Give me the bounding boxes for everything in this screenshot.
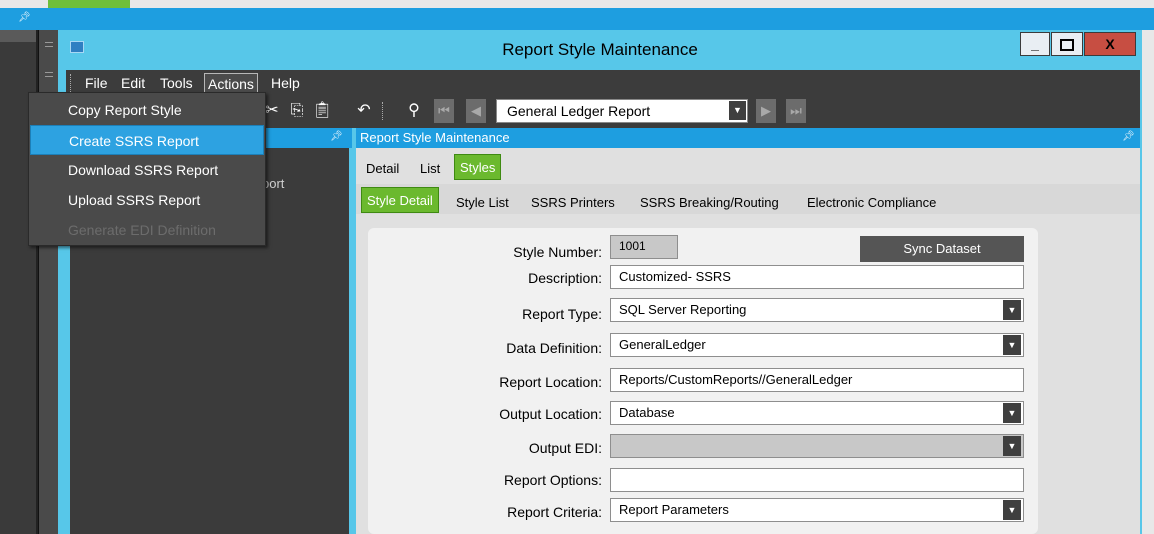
tab-list[interactable]: List <box>420 161 440 176</box>
next-record-icon[interactable]: ▶ <box>756 99 776 123</box>
chevron-down-icon[interactable]: ▼ <box>1003 300 1021 320</box>
app-header-bar: 📌︎ <box>0 8 1154 30</box>
menu-item-create-ssrs-report[interactable]: Create SSRS Report <box>30 125 264 155</box>
paste-icon[interactable]: 📋︎ <box>312 100 332 122</box>
main-panel-header: Report Style Maintenance <box>356 128 1140 148</box>
attach-icon[interactable]: ⎘ <box>287 100 307 122</box>
report-type-select[interactable]: SQL Server Reporting <box>610 298 1024 322</box>
chevron-down-icon[interactable]: ▼ <box>1003 335 1021 355</box>
report-type-label: Report Type: <box>522 306 602 322</box>
toolbar-separator <box>382 102 384 120</box>
menu-edit[interactable]: Edit <box>118 73 148 93</box>
pin-icon[interactable]: 📌︎ <box>1122 131 1135 142</box>
first-record-icon[interactable]: ⏮ <box>434 99 454 123</box>
output-location-label: Output Location: <box>499 406 602 422</box>
output-location-select[interactable]: Database <box>610 401 1024 425</box>
style-number-label: Style Number: <box>513 244 602 260</box>
data-definition-label: Data Definition: <box>506 340 602 356</box>
maximize-icon <box>1060 39 1074 51</box>
menu-item-copy-report-style[interactable]: Copy Report Style <box>30 95 264 125</box>
binoculars-icon[interactable]: ⚲ <box>404 100 424 122</box>
report-location-label: Report Location: <box>499 374 602 390</box>
tab-detail[interactable]: Detail <box>366 161 399 176</box>
pin-icon[interactable]: 📌︎ <box>18 12 31 23</box>
tab-styles[interactable]: Styles <box>454 154 502 180</box>
description-field[interactable]: Customized- SSRS <box>610 265 1024 289</box>
app-top-strip <box>0 0 1154 8</box>
report-selector[interactable]: General Ledger Report <box>496 99 748 123</box>
chevron-down-icon[interactable]: ▼ <box>1003 403 1021 423</box>
menu-item-upload-ssrs-report[interactable]: Upload SSRS Report <box>30 185 264 215</box>
menu-item-download-ssrs-report[interactable]: Download SSRS Report <box>30 155 264 185</box>
pin-icon[interactable]: 📌︎ <box>330 131 343 142</box>
close-button[interactable]: X <box>1084 32 1136 56</box>
menu-help[interactable]: Help <box>268 73 303 93</box>
maximize-button[interactable] <box>1051 32 1083 56</box>
last-record-icon[interactable]: ⏭ <box>786 99 806 123</box>
menu-file[interactable]: File <box>82 73 111 93</box>
outer-right-edge <box>1142 30 1154 534</box>
window-title: Report Style Maintenance <box>502 40 698 59</box>
chevron-down-icon[interactable]: ▼ <box>1003 500 1021 520</box>
report-location-field[interactable]: Reports/CustomReports//GeneralLedger <box>610 368 1024 392</box>
menu-grip <box>70 74 73 92</box>
sync-dataset-button[interactable]: Sync Dataset <box>860 236 1024 262</box>
chevron-down-icon[interactable]: ▼ <box>729 101 746 120</box>
output-edi-select <box>610 434 1024 458</box>
output-edi-label: Output EDI: <box>528 440 602 456</box>
report-options-label: Report Options: <box>503 472 602 488</box>
menu-tools[interactable]: Tools <box>157 73 196 93</box>
menu-actions[interactable]: Actions <box>204 73 258 93</box>
report-criteria-label: Report Criteria: <box>507 504 602 520</box>
description-label: Description: <box>528 270 602 286</box>
previous-record-icon[interactable]: ◀ <box>466 99 486 123</box>
active-app-tab[interactable] <box>48 0 130 8</box>
menu-item-generate-edi-definition: Generate EDI Definition <box>68 222 216 238</box>
subtab-style-list[interactable]: Style List <box>456 195 509 210</box>
undo-icon[interactable]: ↶ <box>354 100 374 122</box>
subtab-style-detail[interactable]: Style Detail <box>361 187 439 213</box>
report-criteria-select[interactable]: Report Parameters <box>610 498 1024 522</box>
subtab-ssrs-breaking-routing[interactable]: SSRS Breaking/Routing <box>640 195 779 210</box>
chevron-down-icon: ▼ <box>1003 436 1021 456</box>
data-definition-select[interactable]: GeneralLedger <box>610 333 1024 357</box>
subtab-ssrs-printers[interactable]: SSRS Printers <box>531 195 615 210</box>
report-options-field[interactable] <box>610 468 1024 492</box>
minimize-button[interactable]: _ <box>1020 32 1050 56</box>
style-number-field: 1001 <box>610 235 678 259</box>
subtab-electronic-compliance[interactable]: Electronic Compliance <box>807 195 936 210</box>
